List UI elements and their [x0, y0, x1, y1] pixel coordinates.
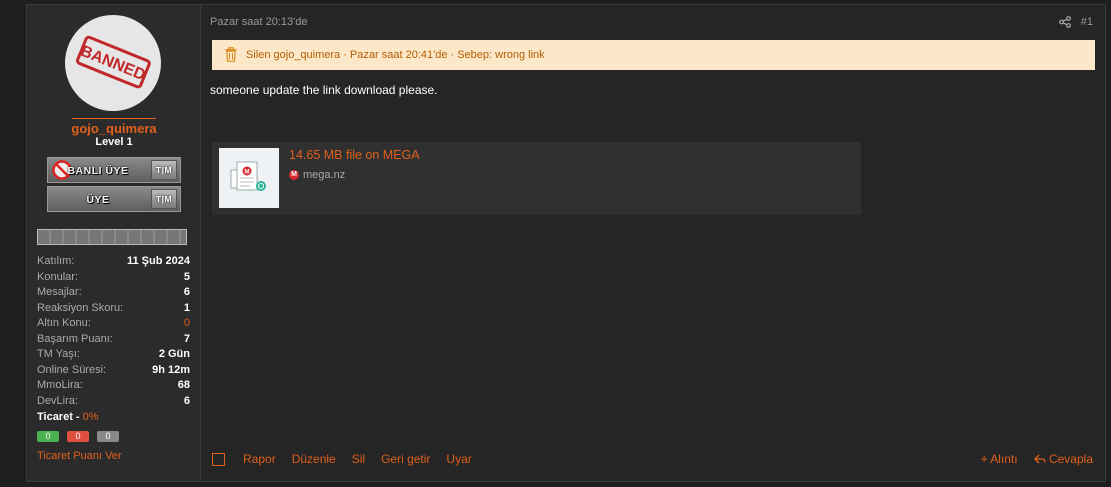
- report-button[interactable]: Rapor: [243, 452, 276, 466]
- stat-value: 9h 12m: [152, 363, 190, 376]
- stat-value: 1: [183, 301, 190, 314]
- deleted-notice: Silen gojo_quimera · Pazar saat 20:41'de…: [212, 40, 1095, 70]
- trade-label: Ticaret -: [37, 411, 80, 423]
- svg-text:M: M: [245, 170, 250, 176]
- stat-value: 11 Şub 2024: [127, 255, 190, 267]
- rank-tag: T|M: [151, 160, 177, 180]
- stat-row: Katılım: 11 Şub 2024: [37, 254, 190, 270]
- edit-button[interactable]: Düzenle: [292, 452, 336, 466]
- stat-row: MmoLira: 68: [37, 378, 190, 394]
- select-checkbox[interactable]: [212, 452, 225, 466]
- stat-value: 6: [183, 394, 190, 407]
- trade-percent: 0%: [82, 411, 99, 423]
- stat-key: DevLira:: [37, 394, 78, 407]
- reply-label[interactable]: Cevapla: [1049, 452, 1093, 466]
- stat-row: DevLira: 6: [37, 394, 190, 410]
- quote-button[interactable]: + Alıntı: [981, 452, 1018, 466]
- delete-button[interactable]: Sil: [352, 452, 365, 466]
- stat-key: Reaksiyon Skoru:: [37, 301, 124, 314]
- stat-key: Başarım Puanı:: [37, 332, 113, 345]
- stat-key: Altın Konu:: [37, 317, 91, 329]
- rank-tag: T|M: [151, 189, 177, 209]
- stat-value: 68: [177, 379, 190, 391]
- stat-value: 5: [183, 270, 190, 283]
- avatar[interactable]: BANNED: [65, 15, 161, 111]
- rank-banned-member: BANLI ÜYE T|M: [47, 157, 181, 183]
- embed-title[interactable]: 14.65 MB file on MEGA: [289, 148, 420, 162]
- stat-row: Başarım Puanı: 7: [37, 332, 190, 348]
- stat-value: 6: [183, 286, 190, 298]
- negative-trade-badge[interactable]: 0: [67, 431, 89, 442]
- stat-value: 0: [183, 317, 190, 329]
- positive-trade-badge[interactable]: 0: [37, 431, 59, 442]
- stat-row: Mesajlar: 6: [37, 285, 190, 301]
- neutral-trade-badge[interactable]: 0: [97, 431, 119, 442]
- rank-label: ÜYE: [86, 194, 110, 206]
- stat-key: Online Süresi:: [37, 363, 107, 376]
- reply-button[interactable]: Cevapla: [1033, 452, 1093, 466]
- banned-stamp-avatar: BANNED: [76, 35, 151, 89]
- trade-score: Ticaret - 0%: [37, 411, 99, 423]
- give-trade-score-link[interactable]: Ticaret Puanı Ver: [37, 450, 122, 462]
- embed-site: M mega.nz: [289, 169, 345, 181]
- stat-row: Altın Konu: 0: [37, 316, 190, 332]
- stat-row: Reaksiyon Skoru: 1: [37, 301, 190, 317]
- stat-key: Konular:: [37, 270, 78, 283]
- username[interactable]: gojo_quimera: [27, 118, 201, 136]
- share-icon[interactable]: [1059, 16, 1071, 28]
- deleted-notice-text: Silen gojo_quimera · Pazar saat 20:41'de…: [246, 49, 545, 61]
- mega-icon: M: [289, 170, 299, 180]
- trash-icon: [225, 47, 237, 62]
- stat-key: Katılım:: [37, 255, 75, 267]
- trade-badges: 0 0 0: [37, 431, 119, 442]
- stat-value: 7: [183, 332, 190, 345]
- file-thumbnail: M: [219, 148, 279, 208]
- user-pane: BANNED gojo_quimera Level 1 BANLI ÜYE T|…: [27, 5, 201, 481]
- warn-button[interactable]: Uyar: [446, 452, 471, 466]
- stat-row: TM Yaşı: 2 Gün: [37, 347, 190, 363]
- xp-progress-bar: [37, 229, 187, 245]
- post-number[interactable]: #1: [1081, 16, 1093, 28]
- rank-member: ÜYE T|M: [47, 186, 181, 212]
- post-container: BANNED gojo_quimera Level 1 BANLI ÜYE T|…: [26, 4, 1106, 482]
- stat-row: Konular: 5: [37, 270, 190, 286]
- reply-icon: [1033, 454, 1046, 464]
- post-reply-actions: + Alıntı Cevapla: [981, 452, 1093, 466]
- embed-site-name: mega.nz: [303, 169, 346, 181]
- stat-key: MmoLira:: [37, 379, 83, 391]
- username-underline: [72, 118, 156, 119]
- stat-key: TM Yaşı:: [37, 348, 80, 360]
- username-text[interactable]: gojo_quimera: [71, 121, 156, 136]
- stat-row: Online Süresi: 9h 12m: [37, 363, 190, 379]
- rank-label: BANLI ÜYE: [67, 165, 129, 177]
- stat-key: Mesajlar:: [37, 286, 82, 298]
- undelete-button[interactable]: Geri getir: [381, 452, 430, 466]
- user-stats: Katılım: 11 Şub 2024 Konular: 5 Mesajlar: 6…: [37, 254, 190, 409]
- post-main: Pazar saat 20:13'de #1 Silen gojo_quimer…: [201, 5, 1105, 481]
- user-level: Level 1: [95, 136, 133, 148]
- stat-value: 2 Gün: [158, 348, 190, 360]
- link-embed[interactable]: M 14.65 MB file on MEGA M mega.nz: [212, 142, 861, 215]
- post-date[interactable]: Pazar saat 20:13'de: [210, 16, 308, 28]
- post-message: someone update the link download please.: [210, 83, 438, 97]
- post-actions: Rapor Düzenle Sil Geri getir Uyar: [212, 452, 488, 466]
